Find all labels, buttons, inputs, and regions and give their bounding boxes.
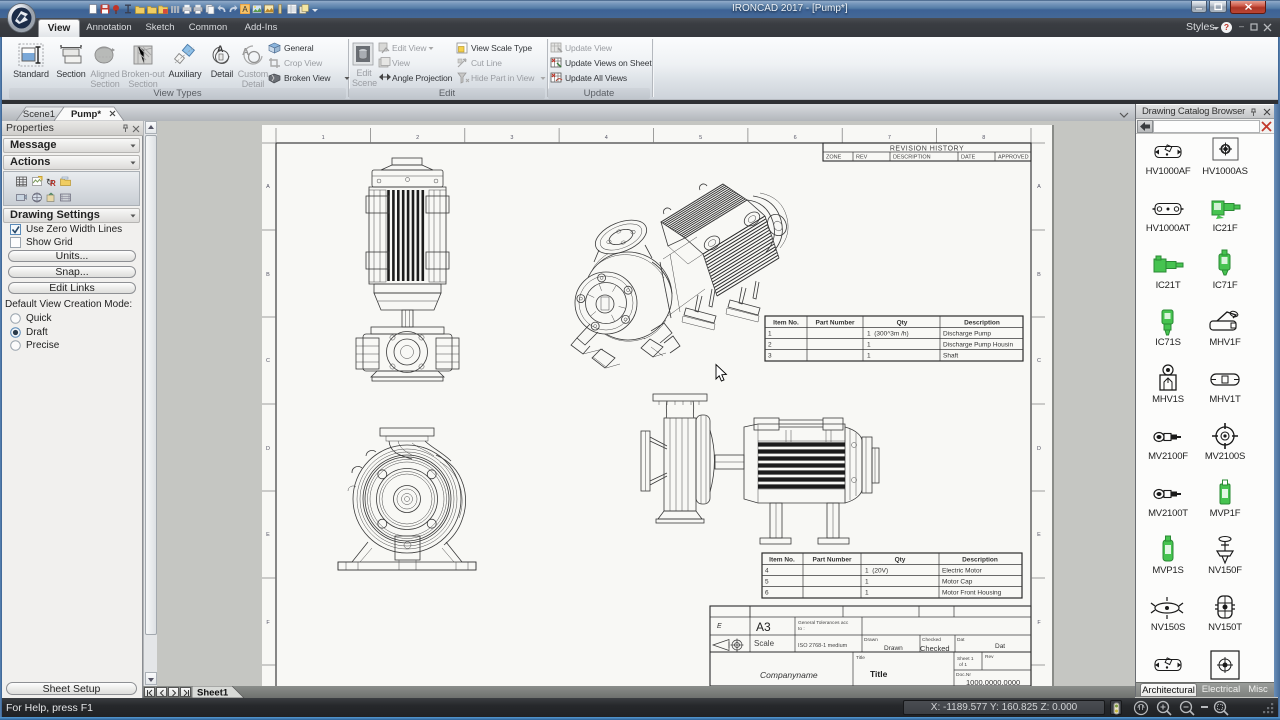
- svg-text:E: E: [1037, 532, 1041, 538]
- svg-text:F: F: [1037, 620, 1041, 626]
- svg-text:General Tolerances acc: General Tolerances acc: [798, 620, 849, 626]
- svg-text:ISO 2768-1 medium: ISO 2768-1 medium: [798, 643, 848, 649]
- svg-text:C: C: [266, 358, 270, 364]
- svg-text:ZONE: ZONE: [826, 155, 842, 161]
- svg-text:Sheet 1: Sheet 1: [957, 656, 974, 662]
- svg-text:Description: Description: [964, 320, 1000, 327]
- svg-text:5: 5: [699, 135, 702, 141]
- svg-text:F: F: [266, 620, 270, 626]
- svg-text:Motor Cap: Motor Cap: [942, 579, 973, 586]
- svg-text:A: A: [242, 5, 248, 14]
- svg-text:E: E: [266, 532, 270, 538]
- svg-text:B: B: [1037, 272, 1041, 278]
- svg-text:A: A: [1037, 184, 1041, 190]
- svg-text:4: 4: [605, 135, 608, 141]
- svg-text:1: 1: [865, 579, 869, 586]
- svg-text:Item No.: Item No.: [773, 320, 799, 327]
- svg-text:1: 1: [867, 342, 871, 349]
- svg-text:Checked: Checked: [922, 637, 941, 643]
- svg-text:Item No.: Item No.: [769, 557, 795, 564]
- svg-text:1 (20V): 1 (20V): [865, 568, 888, 575]
- svg-text:3: 3: [510, 135, 513, 141]
- svg-text:REV: REV: [856, 155, 868, 161]
- svg-text:6: 6: [765, 590, 769, 597]
- svg-text:A: A: [266, 184, 270, 190]
- svg-text:Companyname: Companyname: [760, 670, 818, 680]
- svg-text:D: D: [1037, 446, 1041, 452]
- svg-text:3: 3: [768, 353, 772, 360]
- svg-text:1: 1: [867, 353, 871, 360]
- svg-text:1000.0000.0000: 1000.0000.0000: [966, 678, 1020, 686]
- svg-text:1: 1: [322, 135, 325, 141]
- svg-text:2: 2: [768, 342, 772, 349]
- svg-text:Qty: Qty: [895, 557, 906, 564]
- svg-text:Electric Motor: Electric Motor: [942, 568, 983, 575]
- svg-text:DATE: DATE: [961, 155, 976, 161]
- svg-text:Motor Front Housing: Motor Front Housing: [942, 590, 1002, 597]
- svg-text:7: 7: [888, 135, 891, 141]
- svg-text:Scene1: Scene1: [23, 109, 55, 120]
- svg-text:8: 8: [982, 135, 985, 141]
- svg-text:Sheet1: Sheet1: [197, 688, 229, 699]
- svg-text:1: 1: [865, 590, 869, 597]
- svg-text:Pump*: Pump*: [71, 109, 101, 120]
- svg-text:Part Number: Part Number: [812, 557, 851, 564]
- svg-text:6: 6: [794, 135, 797, 141]
- svg-text:Drawn: Drawn: [884, 645, 903, 652]
- svg-text:4: 4: [765, 568, 769, 575]
- svg-text:Dat: Dat: [995, 643, 1005, 650]
- svg-text:C: C: [1037, 358, 1041, 364]
- svg-text:APPROVED: APPROVED: [998, 155, 1029, 161]
- svg-text:2: 2: [416, 135, 419, 141]
- svg-text:1: 1: [768, 331, 772, 338]
- svg-text:of 1: of 1: [959, 662, 967, 668]
- svg-text:Scale: Scale: [754, 639, 775, 648]
- svg-text:Qty: Qty: [897, 320, 908, 327]
- svg-text:Title: Title: [856, 655, 865, 661]
- svg-text:Dat: Dat: [957, 637, 965, 643]
- svg-text:REVISION HISTORY: REVISION HISTORY: [890, 146, 964, 153]
- svg-text:DESCRIPTION: DESCRIPTION: [893, 155, 931, 161]
- svg-text:D: D: [266, 446, 270, 452]
- svg-text:Discharge Pump: Discharge Pump: [943, 331, 991, 338]
- svg-text:Drawn: Drawn: [864, 637, 878, 643]
- svg-text:5: 5: [765, 579, 769, 586]
- svg-text:Title: Title: [870, 669, 888, 679]
- svg-text:B: B: [266, 272, 270, 278]
- svg-text:Rev: Rev: [985, 654, 994, 660]
- svg-text:A3: A3: [756, 620, 771, 634]
- svg-text:Description: Description: [962, 557, 998, 564]
- svg-text:E: E: [717, 623, 722, 630]
- svg-text:1 (300^3m /h): 1 (300^3m /h): [867, 331, 909, 338]
- svg-text:Part Number: Part Number: [815, 320, 854, 327]
- svg-text:to :: to :: [798, 626, 805, 632]
- svg-text:Discharge Pump Housin: Discharge Pump Housin: [943, 342, 1013, 349]
- svg-text:Shaft: Shaft: [943, 353, 958, 360]
- svg-text:R: R: [50, 179, 56, 187]
- svg-text:A: A: [217, 44, 224, 54]
- svg-text:Checked: Checked: [920, 644, 950, 653]
